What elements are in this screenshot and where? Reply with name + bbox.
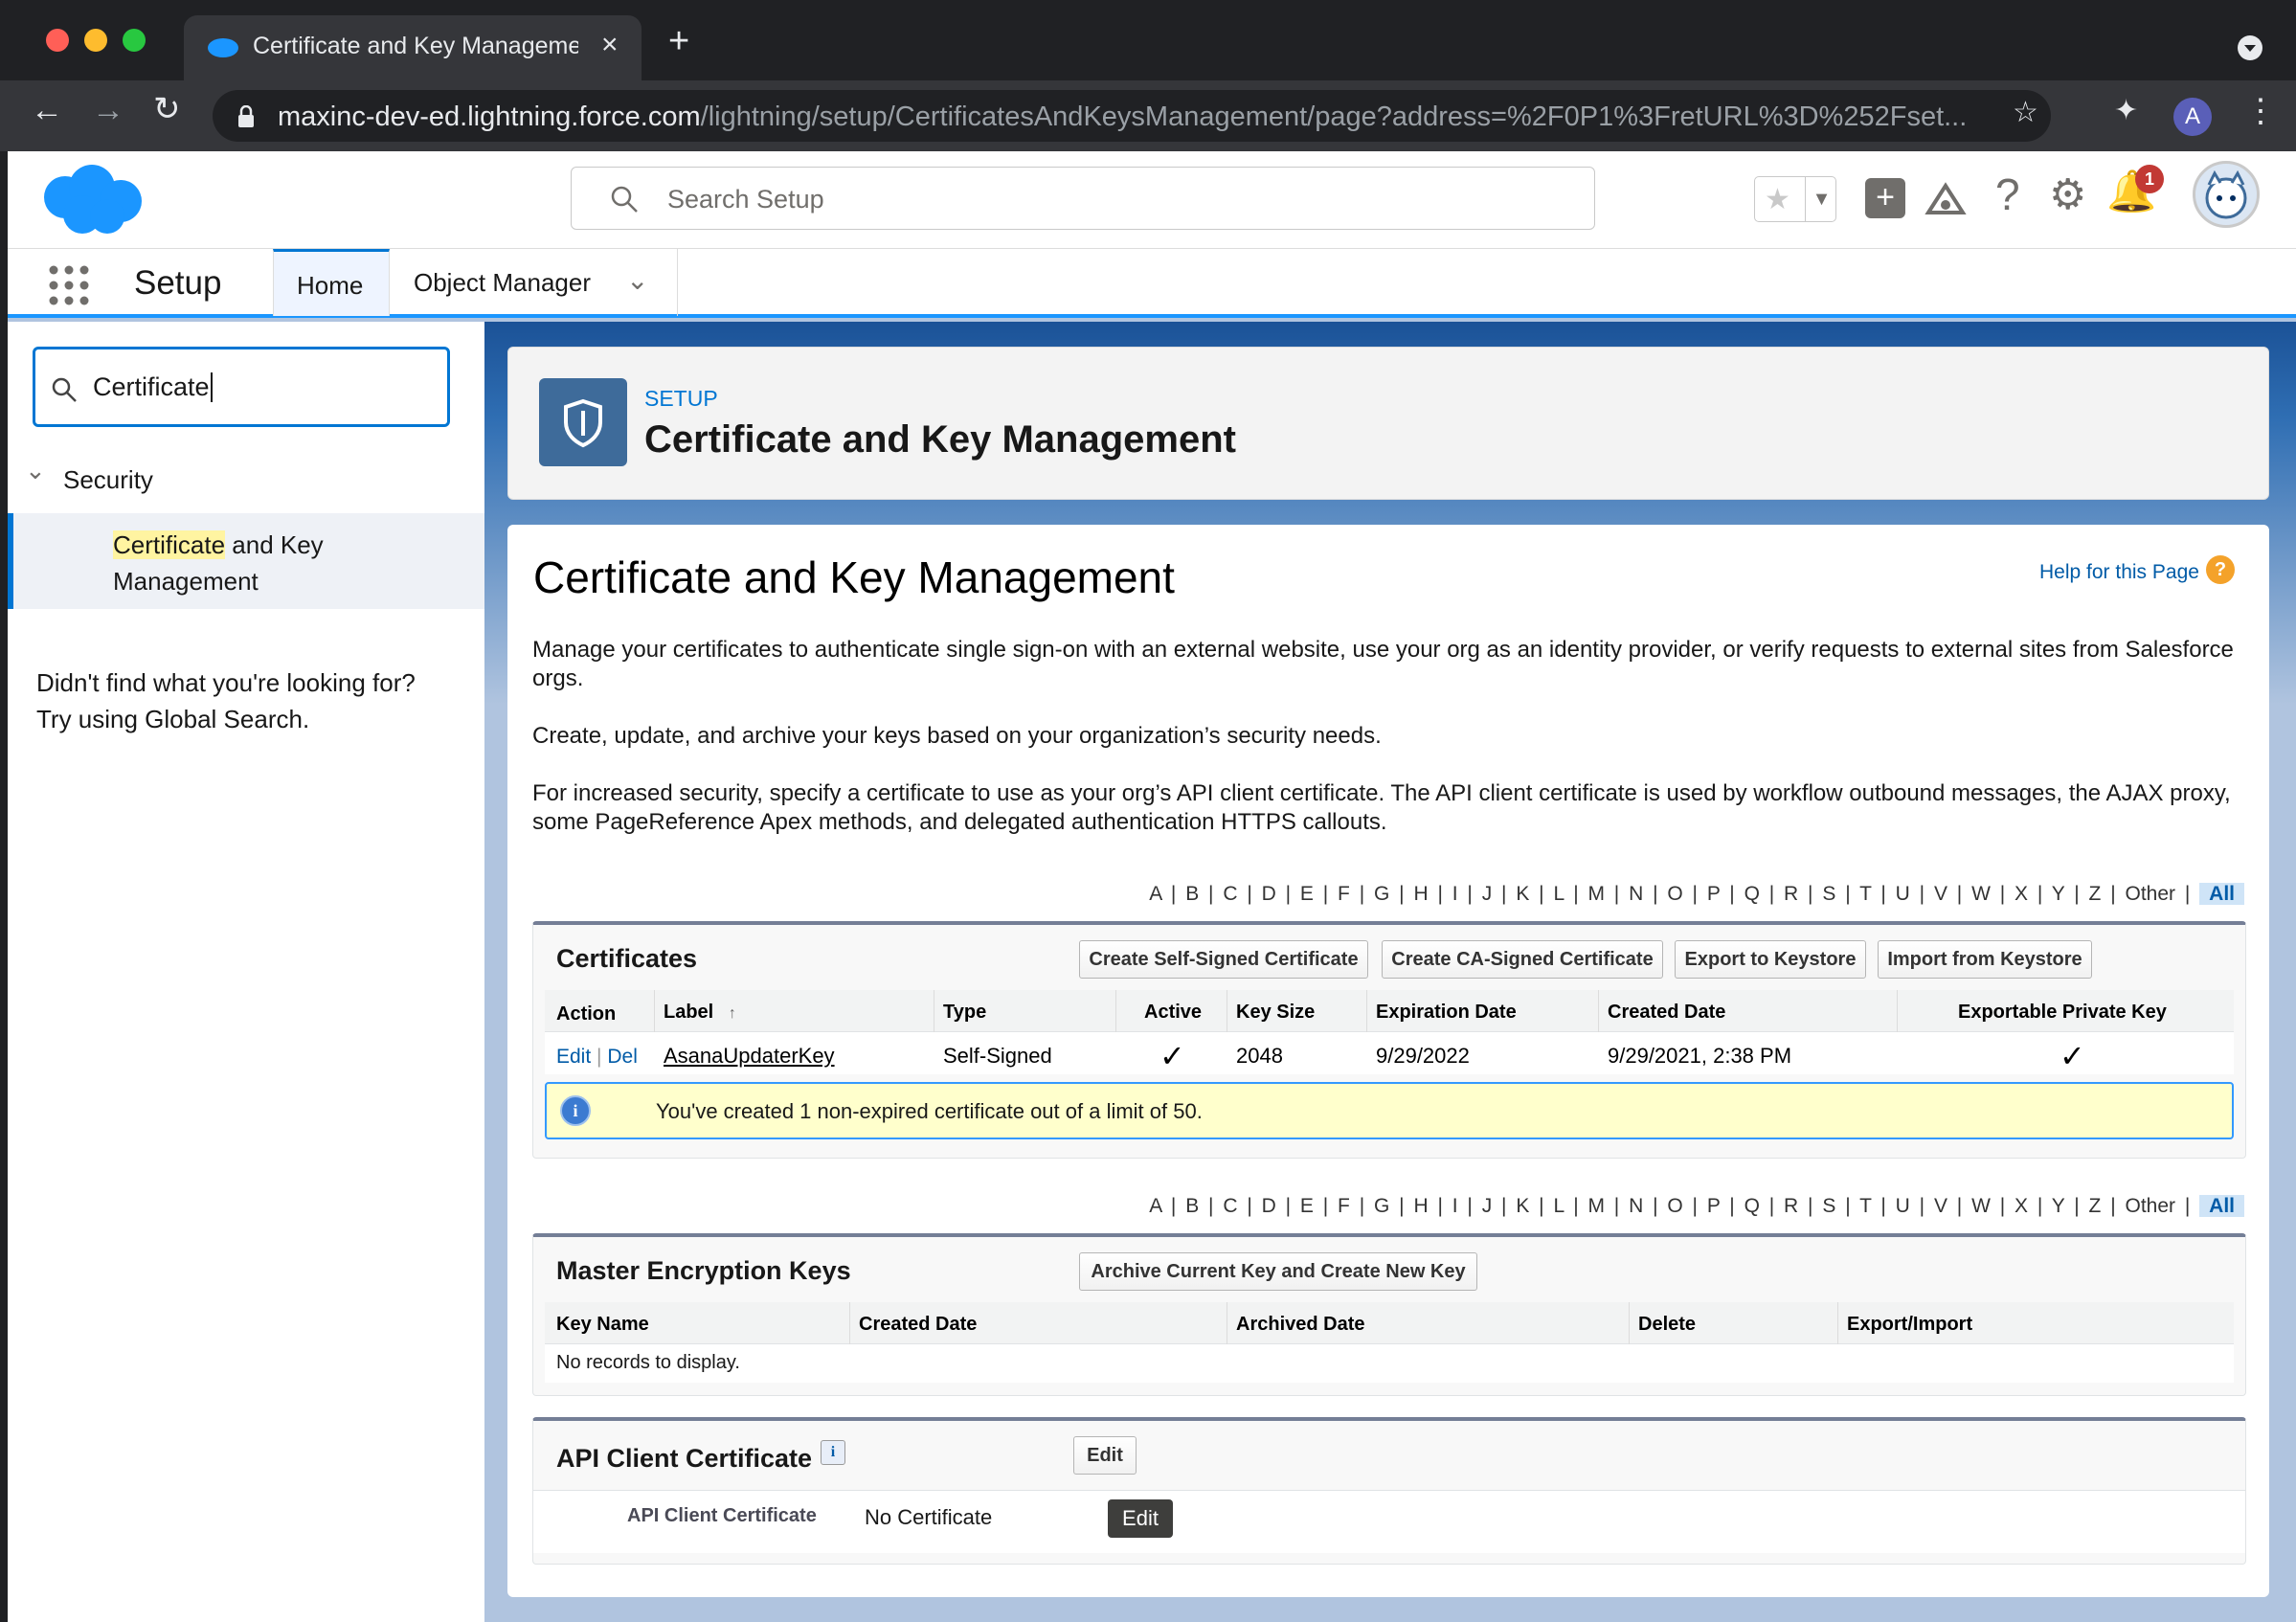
sort-arrow-icon: ↑: [728, 1005, 736, 1022]
star-icon: ★: [1765, 184, 1790, 215]
breadcrumb[interactable]: SETUP: [644, 386, 718, 412]
trailhead-icon[interactable]: [1925, 180, 1967, 218]
row-actions: Edit | Del: [556, 1046, 638, 1068]
minimize-window-button[interactable]: [84, 29, 107, 52]
chevron-down-icon[interactable]: ⌄: [25, 456, 46, 485]
tab-home[interactable]: Home: [273, 249, 390, 316]
api-cert-title: API Client Certificate: [556, 1444, 813, 1473]
content-title: Certificate and Key Management: [533, 552, 1175, 602]
quick-find-input[interactable]: Certificate: [33, 347, 450, 427]
extensions-icon[interactable]: ✦: [2114, 94, 2138, 127]
master-encryption-keys-section: Master Encryption Keys Archive Current K…: [532, 1233, 2246, 1396]
page-header: SETUP Certificate and Key Management: [507, 347, 2269, 500]
lock-icon: [238, 105, 254, 127]
app-launcher-icon[interactable]: [48, 264, 90, 306]
help-icon[interactable]: ?: [2206, 555, 2235, 584]
intro-paragraph-1: Manage your certificates to authenticate…: [532, 637, 2234, 691]
exportable-checkmark-icon: ✓: [2060, 1039, 2085, 1073]
setup-nav-bar: Setup Home Object Manager ⌄: [8, 249, 2296, 318]
active-checkmark-icon: ✓: [1159, 1039, 1185, 1073]
master-keys-table-header: [545, 1302, 2234, 1344]
edit-tooltip: Edit: [1108, 1499, 1173, 1538]
create-ca-signed-certificate-button[interactable]: Create CA-Signed Certificate: [1382, 940, 1663, 979]
bookmark-star-icon[interactable]: ☆: [2013, 96, 2038, 129]
gear-icon[interactable]: ⚙: [2049, 170, 2086, 219]
app-name: Setup: [134, 264, 222, 302]
intro-paragraph-3: For increased security, specify a certif…: [532, 780, 2231, 835]
certificate-label-link[interactable]: AsanaUpdaterKey: [664, 1044, 835, 1069]
global-actions-icon[interactable]: +: [1865, 178, 1905, 218]
salesforce-favicon-icon: [208, 38, 238, 57]
create-self-signed-certificate-button[interactable]: Create Self-Signed Certificate: [1079, 940, 1368, 979]
intro-paragraph-2: Create, update, and archive your keys ba…: [532, 723, 1382, 749]
user-avatar[interactable]: [2193, 161, 2260, 228]
forward-icon[interactable]: →: [92, 92, 124, 129]
search-setup-input[interactable]: Search Setup: [571, 167, 1595, 230]
maximize-window-button[interactable]: [123, 29, 146, 52]
not-found-message: Didn't find what you're looking for? Try …: [36, 668, 416, 733]
chevron-down-icon[interactable]: ⌄: [626, 264, 648, 296]
back-icon[interactable]: ←: [31, 92, 63, 129]
table-row: No records to display.: [545, 1344, 2234, 1383]
info-icon: i: [560, 1095, 591, 1126]
tab-title: Certificate and Key Management: [253, 33, 578, 59]
browser-toolbar: ← → ↻ maxinc-dev-ed.lightning.force.com/…: [0, 80, 2296, 151]
api-client-certificate-section: API Client Certificate i Edit API Client…: [532, 1417, 2246, 1565]
master-keys-title: Master Encryption Keys: [556, 1256, 851, 1285]
archive-and-create-key-button[interactable]: Archive Current Key and Create New Key: [1079, 1252, 1477, 1291]
alphabet-filter[interactable]: A | B | C | D | E | F | G | H | I | J | …: [1149, 1195, 2244, 1218]
close-window-button[interactable]: [46, 29, 69, 52]
astro-avatar-icon: [2205, 169, 2247, 219]
info-message: i You've created 1 non-expired certifica…: [545, 1082, 2234, 1139]
export-to-keystore-button[interactable]: Export to Keystore: [1675, 940, 1866, 979]
edit-link[interactable]: Edit: [556, 1046, 591, 1068]
salesforce-logo[interactable]: [34, 163, 149, 239]
sidebar-item-certificate-and-key-management[interactable]: Certificate and Key Management: [8, 513, 484, 609]
import-from-keystore-button[interactable]: Import from Keystore: [1878, 940, 2092, 979]
search-icon: [611, 186, 638, 213]
api-cert-field-value: No Certificate: [865, 1505, 993, 1529]
tab-object-manager[interactable]: Object Manager ⌄: [391, 249, 678, 316]
tab-search-icon[interactable]: [2237, 34, 2263, 61]
url-text: maxinc-dev-ed.lightning.force.com/lightn…: [278, 101, 1968, 132]
page-title: Certificate and Key Management: [644, 418, 1236, 461]
certificates-title: Certificates: [556, 944, 698, 973]
certificates-section: Certificates Create Self-Signed Certific…: [532, 921, 2246, 1159]
api-cert-field-label: API Client Certificate: [627, 1505, 817, 1526]
new-tab-button[interactable]: +: [668, 21, 689, 62]
favorites-button[interactable]: ★ ▼: [1754, 176, 1836, 222]
browser-tab[interactable]: Certificate and Key Management ×: [184, 15, 642, 80]
chevron-down-icon[interactable]: ▼: [1805, 177, 1837, 221]
browser-chrome: Certificate and Key Management × + ← → ↻…: [0, 0, 2296, 151]
tab-close-icon[interactable]: ×: [601, 29, 619, 61]
info-icon[interactable]: i: [821, 1440, 845, 1465]
notification-badge: 1: [2135, 165, 2164, 193]
help-for-this-page-link[interactable]: Help for this Page: [2039, 561, 2199, 584]
setup-sidebar: Certificate ⌄ Security Certificate and K…: [8, 322, 484, 1622]
label-column-header[interactable]: Label ↑: [664, 1002, 736, 1024]
edit-button[interactable]: Edit: [1073, 1436, 1137, 1475]
content-body: Certificate and Key Management Help for …: [507, 525, 2269, 1597]
alphabet-filter[interactable]: A | B | C | D | E | F | G | H | I | J | …: [1149, 883, 2244, 906]
address-bar[interactable]: maxinc-dev-ed.lightning.force.com/lightn…: [213, 90, 2051, 142]
delete-link[interactable]: Del: [607, 1046, 638, 1068]
global-header: Search Setup ★ ▼ + ? ⚙ 🔔 1: [8, 151, 2296, 249]
reload-icon[interactable]: ↻: [153, 90, 181, 128]
sidebar-section-security[interactable]: Security: [63, 465, 153, 495]
profile-avatar[interactable]: A: [2173, 98, 2212, 136]
browser-menu-icon[interactable]: ⋮: [2244, 92, 2277, 130]
help-icon[interactable]: ?: [1995, 169, 2020, 220]
search-icon: [52, 377, 77, 402]
shield-icon: [539, 378, 627, 466]
